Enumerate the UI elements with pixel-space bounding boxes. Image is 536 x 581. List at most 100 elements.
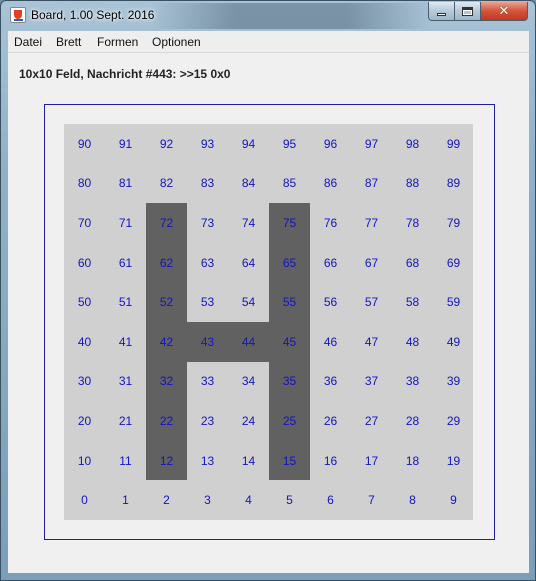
board-cell-57[interactable]: 57 [351, 282, 392, 322]
board-cell-53[interactable]: 53 [187, 282, 228, 322]
board-cell-82[interactable]: 82 [146, 164, 187, 204]
board-cell-32[interactable]: 32 [146, 361, 187, 402]
board-cell-98[interactable]: 98 [392, 124, 433, 164]
board-cell-92[interactable]: 92 [146, 124, 187, 164]
board-cell-97[interactable]: 97 [351, 124, 392, 164]
board-cell-8[interactable]: 8 [392, 480, 433, 520]
board-cell-86[interactable]: 86 [310, 164, 351, 204]
board-cell-36[interactable]: 36 [310, 362, 351, 402]
board-cell-99[interactable]: 99 [433, 124, 474, 164]
board-cell-54[interactable]: 54 [228, 282, 269, 322]
board-cell-58[interactable]: 58 [392, 282, 433, 322]
board-cell-56[interactable]: 56 [310, 282, 351, 322]
board-cell-45[interactable]: 45 [269, 322, 310, 362]
board-cell-34[interactable]: 34 [228, 362, 269, 402]
board-cell-3[interactable]: 3 [187, 480, 228, 520]
board-cell-64[interactable]: 64 [228, 243, 269, 283]
board-cell-17[interactable]: 17 [351, 441, 392, 481]
board-cell-79[interactable]: 79 [433, 203, 474, 243]
board-cell-38[interactable]: 38 [392, 362, 433, 402]
board-cell-1[interactable]: 1 [105, 480, 146, 520]
board-cell-41[interactable]: 41 [105, 322, 146, 362]
board-cell-15[interactable]: 15 [269, 440, 310, 481]
board-cell-46[interactable]: 46 [310, 322, 351, 362]
board-cell-80[interactable]: 80 [64, 164, 105, 204]
board-cell-84[interactable]: 84 [228, 164, 269, 204]
board-cell-28[interactable]: 28 [392, 401, 433, 441]
java-app-icon[interactable] [10, 7, 26, 23]
board-cell-95[interactable]: 95 [269, 124, 310, 164]
board-cell-39[interactable]: 39 [433, 362, 474, 402]
board-cell-75[interactable]: 75 [269, 203, 310, 243]
board-cell-16[interactable]: 16 [310, 441, 351, 481]
board-cell-43[interactable]: 43 [187, 322, 228, 362]
board-cell-68[interactable]: 68 [392, 243, 433, 283]
board-cell-59[interactable]: 59 [433, 282, 474, 322]
board-cell-7[interactable]: 7 [351, 480, 392, 520]
board-cell-9[interactable]: 9 [433, 480, 474, 520]
board-cell-2[interactable]: 2 [146, 480, 187, 520]
board-cell-66[interactable]: 66 [310, 243, 351, 283]
board-cell-89[interactable]: 89 [433, 164, 474, 204]
board-cell-62[interactable]: 62 [146, 242, 187, 283]
board-cell-12[interactable]: 12 [146, 440, 187, 481]
menu-brett[interactable]: Brett [56, 35, 81, 49]
board-cell-51[interactable]: 51 [105, 282, 146, 322]
board-cell-72[interactable]: 72 [146, 203, 187, 243]
board-cell-47[interactable]: 47 [351, 322, 392, 362]
board-cell-71[interactable]: 71 [105, 203, 146, 243]
board-cell-48[interactable]: 48 [392, 322, 433, 362]
board-cell-69[interactable]: 69 [433, 243, 474, 283]
board-cell-5[interactable]: 5 [269, 480, 310, 520]
board-cell-91[interactable]: 91 [105, 124, 146, 164]
board-cell-76[interactable]: 76 [310, 203, 351, 243]
board-cell-13[interactable]: 13 [187, 441, 228, 481]
close-button[interactable]: ✕ [480, 2, 528, 21]
board-cell-0[interactable]: 0 [64, 480, 105, 520]
board-cell-52[interactable]: 52 [146, 282, 187, 322]
board-cell-83[interactable]: 83 [187, 164, 228, 204]
menu-datei[interactable]: Datei [14, 35, 42, 49]
board-cell-81[interactable]: 81 [105, 164, 146, 204]
board-cell-19[interactable]: 19 [433, 441, 474, 481]
board-grid[interactable]: 90 91 92 93 94 95 96 97 98 99 80 81 82 83 84 85 86 87 88 89… [64, 124, 473, 520]
board-cell-55[interactable]: 55 [269, 282, 310, 322]
board-cell-11[interactable]: 11 [105, 441, 146, 481]
board-cell-35[interactable]: 35 [269, 361, 310, 402]
board-cell-87[interactable]: 87 [351, 164, 392, 204]
board-cell-18[interactable]: 18 [392, 441, 433, 481]
board-cell-23[interactable]: 23 [187, 401, 228, 441]
board-cell-96[interactable]: 96 [310, 124, 351, 164]
board-cell-77[interactable]: 77 [351, 203, 392, 243]
board-cell-74[interactable]: 74 [228, 203, 269, 243]
board-cell-78[interactable]: 78 [392, 203, 433, 243]
board-cell-22[interactable]: 22 [146, 401, 187, 441]
board-cell-29[interactable]: 29 [433, 401, 474, 441]
board-cell-37[interactable]: 37 [351, 362, 392, 402]
board-cell-73[interactable]: 73 [187, 203, 228, 243]
board-cell-61[interactable]: 61 [105, 243, 146, 283]
maximize-button[interactable] [454, 2, 481, 21]
board-cell-90[interactable]: 90 [64, 124, 105, 164]
board-cell-31[interactable]: 31 [105, 362, 146, 402]
board-cell-40[interactable]: 40 [64, 322, 105, 362]
board-cell-60[interactable]: 60 [64, 243, 105, 283]
board-cell-25[interactable]: 25 [269, 401, 310, 441]
menu-formen[interactable]: Formen [97, 35, 138, 49]
board-cell-94[interactable]: 94 [228, 124, 269, 164]
board-cell-10[interactable]: 10 [64, 441, 105, 481]
board-cell-88[interactable]: 88 [392, 164, 433, 204]
board-cell-20[interactable]: 20 [64, 401, 105, 441]
board-cell-65[interactable]: 65 [269, 242, 310, 283]
board-cell-49[interactable]: 49 [433, 322, 474, 362]
board-cell-30[interactable]: 30 [64, 362, 105, 402]
board-cell-67[interactable]: 67 [351, 243, 392, 283]
minimize-button[interactable] [428, 2, 455, 21]
board-cell-14[interactable]: 14 [228, 441, 269, 481]
board-cell-27[interactable]: 27 [351, 401, 392, 441]
board-cell-85[interactable]: 85 [269, 164, 310, 204]
board-cell-50[interactable]: 50 [64, 282, 105, 322]
board-cell-4[interactable]: 4 [228, 480, 269, 520]
board-cell-63[interactable]: 63 [187, 243, 228, 283]
menu-optionen[interactable]: Optionen [152, 35, 201, 49]
